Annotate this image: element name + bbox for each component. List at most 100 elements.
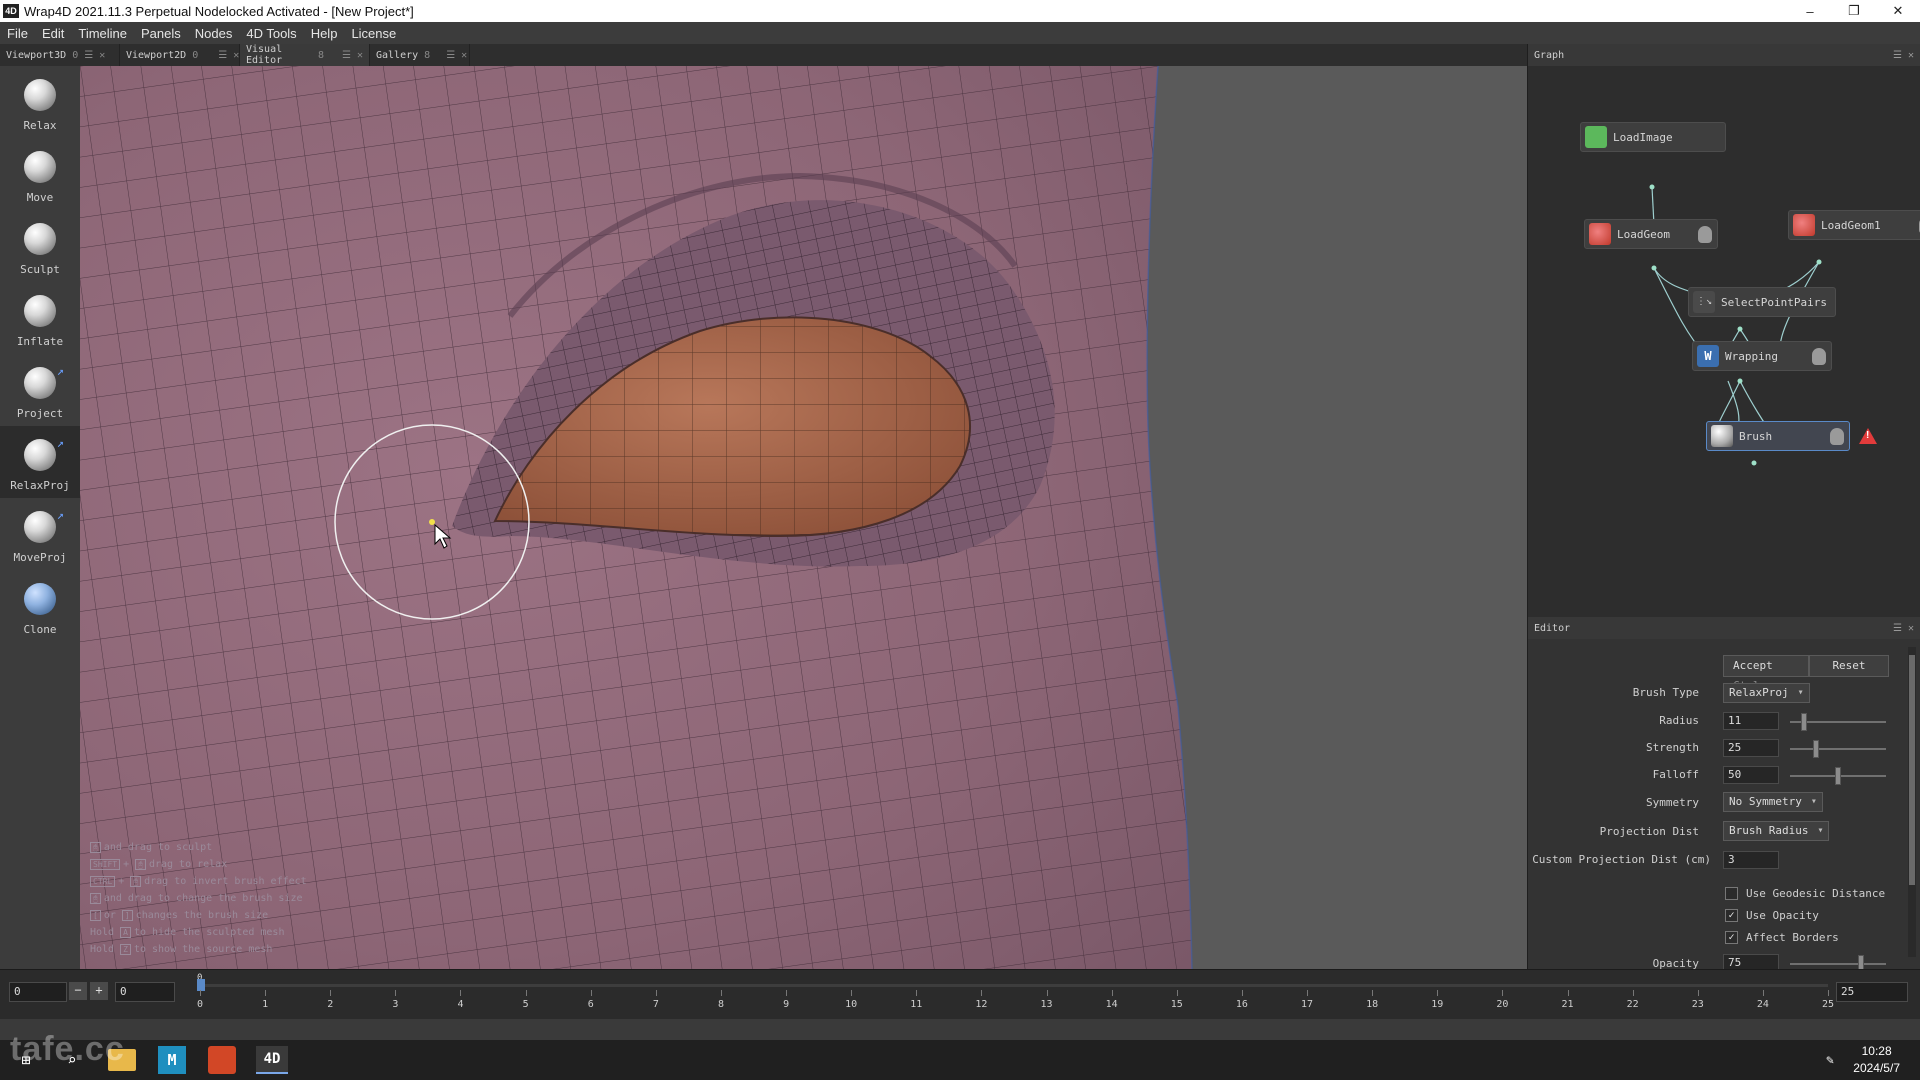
menu-edit[interactable]: Edit bbox=[35, 26, 71, 41]
tool-moveproj[interactable]: ↗ MoveProj bbox=[0, 498, 80, 570]
node-loadgeom1[interactable]: LoadGeom1 bbox=[1788, 210, 1920, 240]
tool-sculpt[interactable]: Sculpt bbox=[0, 210, 80, 282]
tab-close-icon[interactable]: ✕ bbox=[461, 50, 467, 61]
timeline-tick-mark bbox=[1697, 990, 1699, 996]
frame-increment-button[interactable]: + bbox=[90, 982, 108, 1000]
tool-move[interactable]: Move bbox=[0, 138, 80, 210]
checkbox-box[interactable]: ✓ bbox=[1725, 931, 1738, 944]
maya-icon[interactable]: M bbox=[158, 1046, 186, 1074]
tab-menu-icon[interactable]: ☰ bbox=[218, 50, 227, 61]
timeline-tick-mark bbox=[1241, 990, 1243, 996]
strength-slider-handle[interactable] bbox=[1812, 740, 1819, 758]
affect-borders-checkbox[interactable]: ✓ Affect Borders bbox=[1725, 931, 1839, 944]
projection-dist-select[interactable]: Brush Radius bbox=[1723, 821, 1830, 841]
timeline-tick-mark bbox=[1632, 990, 1634, 996]
clock-time: 10:28 bbox=[1861, 1044, 1892, 1058]
node-selectpointpairs[interactable]: ⋮↘ SelectPointPairs bbox=[1688, 287, 1836, 317]
timeline-tick-mark bbox=[330, 990, 332, 996]
hint-line: SHIFT + 🖰 drag to relax bbox=[90, 856, 307, 873]
menu-timeline[interactable]: Timeline bbox=[71, 26, 134, 41]
node-loadimage[interactable]: LoadImage bbox=[1580, 122, 1726, 152]
visibility-bulb-icon[interactable] bbox=[1698, 226, 1712, 243]
strength-input[interactable]: 25 bbox=[1723, 739, 1779, 757]
panel-menu-icon[interactable]: ☰ ✕ bbox=[1893, 623, 1914, 634]
menu-panels[interactable]: Panels bbox=[134, 26, 188, 41]
system-clock[interactable]: 10:28 2024/5/7 bbox=[1853, 1043, 1900, 1077]
timeline-tick-label: 12 bbox=[975, 999, 988, 1010]
warning-icon[interactable]: ! bbox=[1859, 428, 1877, 444]
tab-viewport3d[interactable]: Viewport3D 0 ☰ ✕ bbox=[0, 44, 120, 66]
timeline-tick-label: 4 bbox=[457, 999, 464, 1010]
menu-nodes[interactable]: Nodes bbox=[188, 26, 240, 41]
checkbox-box[interactable] bbox=[1725, 887, 1738, 900]
tab-viewport2d[interactable]: Viewport2D 0 ☰ ✕ bbox=[120, 44, 240, 66]
radius-slider[interactable] bbox=[1790, 713, 1886, 731]
opacity-slider-handle[interactable] bbox=[1857, 955, 1864, 969]
node-wrapping[interactable]: W Wrapping bbox=[1692, 341, 1832, 371]
timeline-tick-mark bbox=[981, 990, 983, 996]
editor-scrollbar[interactable] bbox=[1908, 647, 1916, 957]
minimize-button[interactable]: – bbox=[1788, 0, 1832, 22]
panel-menu-icon[interactable]: ☰ ✕ bbox=[1893, 50, 1914, 61]
end-frame-input[interactable]: 25 bbox=[1836, 982, 1908, 1002]
tab-close-icon[interactable]: ✕ bbox=[99, 50, 105, 61]
opacity-input[interactable]: 75 bbox=[1723, 954, 1779, 969]
radius-slider-handle[interactable] bbox=[1800, 713, 1807, 731]
inflate-brush-icon bbox=[24, 295, 56, 327]
reset-button[interactable]: Reset bbox=[1809, 655, 1889, 677]
brush-type-select[interactable]: RelaxProj bbox=[1723, 683, 1810, 703]
office-icon[interactable] bbox=[208, 1046, 236, 1074]
frame-decrement-button[interactable]: − bbox=[69, 982, 87, 1000]
tab-menu-icon[interactable]: ☰ bbox=[446, 50, 455, 61]
opacity-slider[interactable] bbox=[1790, 955, 1886, 969]
menu-help[interactable]: Help bbox=[304, 26, 345, 41]
maximize-button[interactable]: ❐ bbox=[1832, 0, 1876, 22]
falloff-slider[interactable] bbox=[1790, 767, 1886, 785]
falloff-input[interactable]: 50 bbox=[1723, 766, 1779, 784]
playhead-handle[interactable] bbox=[197, 979, 205, 991]
visibility-bulb-icon[interactable] bbox=[1812, 348, 1826, 365]
timeline-tick-mark bbox=[1307, 990, 1309, 996]
timeline-tick-label: 10 bbox=[845, 999, 858, 1010]
radius-input[interactable]: 11 bbox=[1723, 712, 1779, 730]
close-button[interactable]: ✕ bbox=[1876, 0, 1920, 22]
tool-relax[interactable]: Relax bbox=[0, 66, 80, 138]
symmetry-select[interactable]: No Symmetry bbox=[1723, 792, 1823, 812]
tool-inflate[interactable]: Inflate bbox=[0, 282, 80, 354]
use-opacity-checkbox[interactable]: ✓ Use Opacity bbox=[1725, 909, 1819, 922]
tab-gallery[interactable]: Gallery 8 ☰ ✕ bbox=[370, 44, 470, 66]
tab-menu-icon[interactable]: ☰ bbox=[342, 50, 351, 61]
use-geodesic-checkbox[interactable]: Use Geodesic Distance bbox=[1725, 887, 1885, 900]
menu-file[interactable]: File bbox=[0, 26, 35, 41]
tool-clone[interactable]: Clone bbox=[0, 570, 80, 642]
timeline-tick-label: 14 bbox=[1105, 999, 1118, 1010]
timeline-tick-label: 19 bbox=[1431, 999, 1444, 1010]
checkbox-box[interactable]: ✓ bbox=[1725, 909, 1738, 922]
tab-close-icon[interactable]: ✕ bbox=[233, 50, 239, 61]
visual-editor-viewport[interactable]: 🖰 and drag to sculpt SHIFT + 🖰 drag to rela… bbox=[80, 66, 1527, 969]
custom-projection-input[interactable]: 3 bbox=[1723, 851, 1779, 869]
tab-close-icon[interactable]: ✕ bbox=[357, 50, 363, 61]
wrap4d-icon[interactable]: 4D bbox=[256, 1046, 288, 1074]
accept-button[interactable]: Accept Ctrl+ bbox=[1723, 655, 1809, 692]
node-loadgeom[interactable]: LoadGeom bbox=[1584, 219, 1718, 249]
menu-license[interactable]: License bbox=[344, 26, 403, 41]
falloff-slider-handle[interactable] bbox=[1835, 767, 1841, 785]
timeline-scrubber[interactable] bbox=[200, 984, 1828, 987]
tab-menu-icon[interactable]: ☰ bbox=[84, 50, 93, 61]
tab-label: Viewport2D bbox=[126, 49, 187, 61]
scrollbar-thumb[interactable] bbox=[1909, 655, 1915, 885]
start-frame-input[interactable]: 0 bbox=[115, 982, 175, 1002]
current-frame-input[interactable]: 0 bbox=[9, 982, 67, 1002]
strength-slider[interactable] bbox=[1790, 740, 1886, 758]
tab-visual-editor[interactable]: Visual Editor 8 ☰ ✕ bbox=[240, 44, 370, 66]
tool-project[interactable]: ↗ Project bbox=[0, 354, 80, 426]
visibility-bulb-icon[interactable] bbox=[1830, 428, 1844, 445]
pen-icon[interactable]: ✎ bbox=[1816, 1046, 1844, 1074]
editor-panel-title: Editor bbox=[1534, 622, 1571, 634]
graph-panel-header: Graph ☰ ✕ bbox=[1528, 44, 1920, 66]
sculpt-brush-icon bbox=[24, 223, 56, 255]
node-brush[interactable]: Brush bbox=[1706, 421, 1850, 451]
menu-4d-tools[interactable]: 4D Tools bbox=[239, 26, 303, 41]
tool-relaxproj[interactable]: ↗ RelaxProj bbox=[0, 426, 80, 498]
